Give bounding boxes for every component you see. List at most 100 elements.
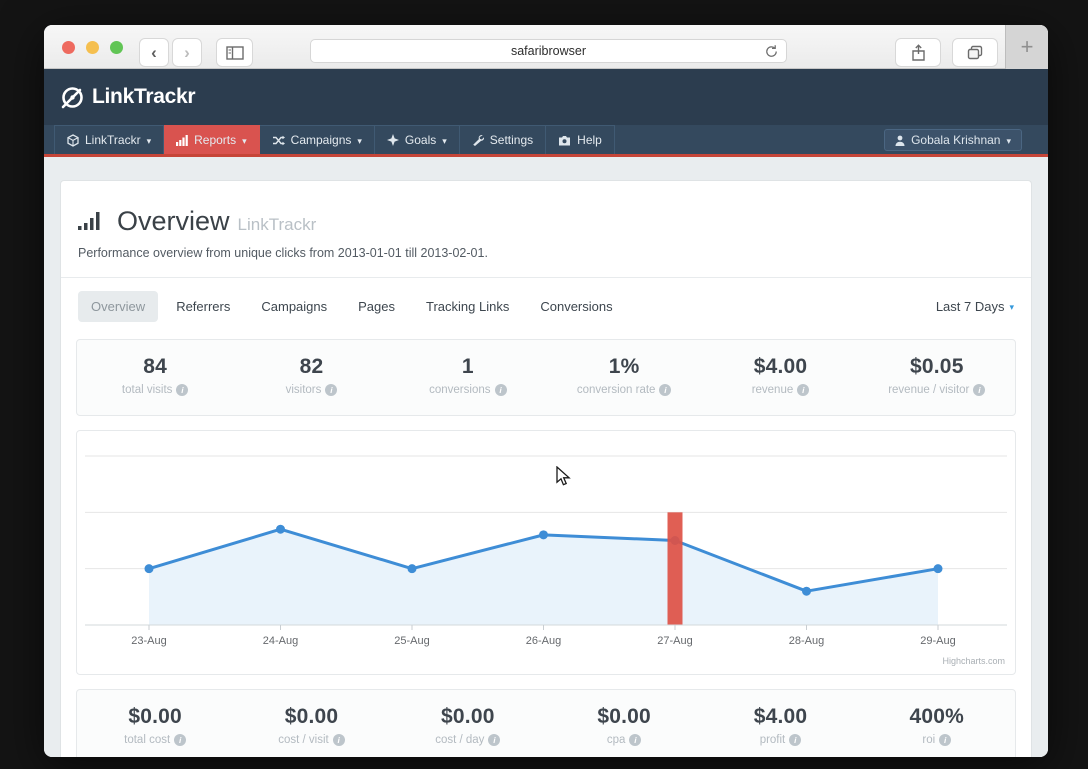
stat-total-cost: $0.00 total cost i [77, 690, 233, 757]
app-title: LinkTrackr [92, 85, 196, 108]
nav-label: Reports [194, 133, 237, 147]
shuffle-icon [272, 135, 285, 146]
sidebar-icon [225, 45, 244, 60]
info-icon[interactable]: i [174, 734, 187, 746]
app-header: LinkTrackr [44, 69, 1048, 125]
stat-label: total cost [124, 734, 171, 746]
svg-text:27-Aug: 27-Aug [657, 635, 692, 647]
browser-window: ‹ › safaribrowser + LinkTrackr LinkTrack… [44, 25, 1048, 757]
date-range-picker[interactable]: Last 7 Days ▾ [936, 299, 1014, 314]
back-chevron-icon: ‹ [151, 43, 157, 62]
back-button[interactable]: ‹ [139, 38, 169, 67]
stat-value: $0.00 [597, 705, 651, 728]
stat-cost-per-day: $0.00 cost / day i [390, 690, 546, 757]
stat-value: 82 [299, 355, 324, 378]
stat-label: profit [759, 734, 786, 746]
minimize-window-button[interactable] [86, 41, 99, 54]
stat-value: 1 [461, 355, 474, 378]
stat-label: cpa [606, 734, 626, 746]
stats-panel-bottom: $0.00 total cost i $0.00 cost / visit i $0… [76, 689, 1016, 757]
nav-item-reports[interactable]: Reports ▾ [164, 125, 260, 154]
user-name: Gobala Krishnan [911, 133, 1001, 147]
clicks-chart-panel: 23-Aug 24-Aug 25-Aug 26-Aug 27-Aug 28-Aug 29-A… [76, 430, 1016, 675]
nav-item-goals[interactable]: Goals ▾ [374, 125, 460, 154]
stat-label: conversion rate [576, 384, 656, 396]
nav-label: Help [577, 133, 602, 147]
info-icon[interactable]: i [494, 384, 507, 396]
mouse-cursor [556, 465, 571, 492]
show-all-tabs-button[interactable] [952, 38, 998, 67]
info-icon[interactable]: i [797, 384, 810, 396]
user-menu-button[interactable]: Gobala Krishnan ▾ [884, 129, 1022, 151]
address-bar-text: safaribrowser [510, 44, 587, 58]
stat-value: 400% [909, 705, 965, 728]
zoom-window-button[interactable] [110, 41, 123, 54]
stat-conversions: 1 conversions i [390, 340, 546, 415]
chevron-down-icon: ▾ [242, 135, 247, 146]
report-tabs: Overview Referrers Campaigns Pages Track… [61, 278, 1031, 334]
page-title: Overview [117, 206, 230, 236]
date-range-label: Last 7 Days [935, 299, 1005, 314]
stat-value: 1% [608, 355, 640, 378]
reload-icon[interactable] [764, 44, 779, 59]
info-icon[interactable]: i [939, 734, 952, 746]
stat-label: conversions [429, 384, 491, 396]
info-icon[interactable]: i [325, 384, 338, 396]
bar-chart-icon [176, 134, 188, 146]
info-icon[interactable]: i [629, 734, 642, 746]
target-diamond-icon [386, 134, 399, 146]
info-icon[interactable]: i [488, 734, 501, 746]
info-icon[interactable]: i [789, 734, 802, 746]
cube-icon [67, 133, 79, 147]
svg-text:24-Aug: 24-Aug [263, 635, 298, 647]
tab-conversions[interactable]: Conversions [527, 291, 625, 322]
camera-icon [558, 135, 571, 146]
new-tab-button[interactable]: + [1005, 25, 1048, 69]
address-bar[interactable]: safaribrowser [310, 39, 787, 63]
forward-button[interactable]: › [172, 38, 202, 67]
close-window-button[interactable] [62, 41, 75, 54]
tabs-overview-icon [967, 45, 983, 60]
nav-label: Campaigns [290, 133, 352, 147]
page-background: Overview LinkTrackr Performance overview… [44, 157, 1048, 757]
tab-campaigns[interactable]: Campaigns [248, 291, 340, 322]
tab-overview[interactable]: Overview [78, 291, 159, 322]
nav-item-linktrackr[interactable]: LinkTrackr ▾ [54, 125, 165, 154]
page-title-suffix: LinkTrackr [237, 215, 317, 234]
forward-chevron-icon: › [184, 43, 190, 62]
stat-revenue-per-visitor: $0.05 revenue / visitor i [859, 340, 1015, 415]
stats-panel-top: 84 total visits i 82 visitors i 1 conversi… [76, 339, 1016, 416]
nav-item-help[interactable]: Help [546, 125, 615, 154]
main-nav: LinkTrackr ▾ Reports ▾ Campaigns ▾ Goals… [44, 125, 1048, 157]
svg-text:23-Aug: 23-Aug [131, 635, 166, 647]
info-icon[interactable]: i [176, 384, 189, 396]
tab-pages[interactable]: Pages [345, 291, 408, 322]
stat-value: 84 [143, 355, 168, 378]
svg-text:Highcharts.com: Highcharts.com [942, 656, 1005, 666]
overview-chart-svg[interactable]: 23-Aug 24-Aug 25-Aug 26-Aug 27-Aug 28-Aug 29-A… [77, 431, 1015, 674]
tab-referrers[interactable]: Referrers [163, 291, 243, 322]
stat-value: $0.00 [284, 705, 339, 728]
info-icon[interactable]: i [332, 734, 345, 746]
nav-label: Settings [489, 133, 534, 147]
stat-cost-per-visit: $0.00 cost / visit i [233, 690, 389, 757]
stat-total-visits: 84 total visits i [77, 340, 233, 415]
stat-value: $4.00 [753, 355, 808, 378]
stat-revenue: $4.00 revenue i [702, 340, 858, 415]
nav-item-campaigns[interactable]: Campaigns ▾ [259, 125, 375, 154]
info-icon[interactable]: i [659, 384, 672, 396]
browser-toolbar: ‹ › safaribrowser + [44, 25, 1048, 69]
stat-label: cost / visit [278, 734, 329, 746]
stat-cpa: $0.00 cpa i [546, 690, 702, 757]
tab-tracking-links[interactable]: Tracking Links [413, 291, 522, 322]
overview-card: Overview LinkTrackr Performance overview… [60, 180, 1032, 757]
nav-label: LinkTrackr [85, 133, 141, 147]
stat-value: $4.00 [753, 705, 808, 728]
nav-item-settings[interactable]: Settings [459, 125, 547, 154]
share-button[interactable] [895, 38, 941, 67]
chevron-down-icon: ▾ [1009, 302, 1014, 312]
svg-text:26-Aug: 26-Aug [526, 635, 561, 647]
info-icon[interactable]: i [973, 384, 986, 396]
page-subtitle: Performance overview from unique clicks … [78, 246, 488, 260]
sidebar-toggle-button[interactable] [216, 38, 253, 67]
